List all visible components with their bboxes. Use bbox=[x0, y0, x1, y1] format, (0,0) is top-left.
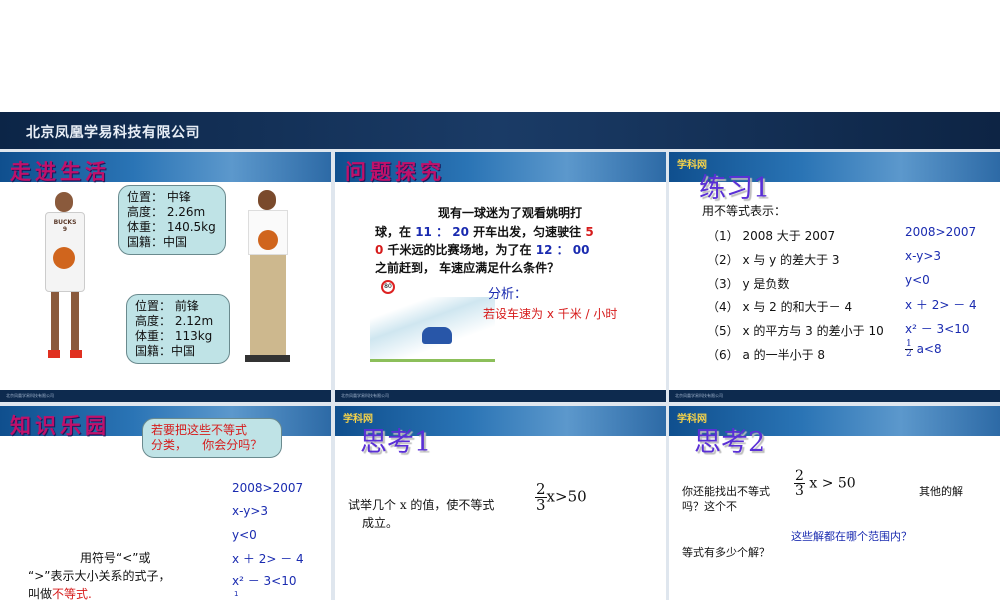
jersey-text: BUCKS 9 bbox=[53, 219, 77, 233]
time-end: 12 ： 00 bbox=[535, 243, 590, 257]
question-line: 等式有多少个解？ bbox=[682, 546, 770, 559]
exercise-item: （5） x 的平方与 3 的差小于 10 bbox=[707, 324, 884, 338]
bubble-line: 位置： 中锋 bbox=[127, 190, 191, 204]
problem-line-4: 之前赶到， 车速应满足什么条件？ bbox=[375, 261, 560, 275]
exercise-item: （4） x 与 2 的和大于－ 4 bbox=[707, 300, 853, 314]
numerator: 2 bbox=[794, 468, 805, 484]
problem-line-2: 球，在 11 ： 20 开车出发，匀速驶往 5 bbox=[375, 223, 594, 240]
speech-bubble: 若要把这些不等式 分类， 你会分吗？ bbox=[142, 418, 282, 458]
inequality-expression: 23 x > 50 bbox=[794, 469, 856, 498]
slide-title: 问题探究 bbox=[345, 159, 445, 184]
player-image-right bbox=[240, 190, 295, 365]
bubble-line: 高度： 2.12m bbox=[135, 314, 214, 328]
denominator: 2 bbox=[906, 349, 912, 359]
problem-line-3: 0 千米远的比赛场地，为了在 12 ： 00 bbox=[375, 241, 590, 258]
speed-sign-icon: 80 bbox=[381, 280, 395, 294]
exercise-item: （2） x 与 y 的差大于 3 bbox=[707, 253, 840, 267]
inequality: x ＋ 2> － 4 bbox=[232, 552, 304, 566]
fraction: 12 bbox=[905, 340, 913, 359]
slide-title: 思考1 bbox=[360, 427, 432, 458]
inequality: x-y>3 bbox=[232, 504, 269, 518]
assumption-text: 若设车速为 x 千米 / 小时 bbox=[483, 307, 618, 321]
question-highlight: 这些解都在哪个范围内？ bbox=[791, 530, 912, 543]
analysis-label: 分析： bbox=[488, 287, 528, 302]
answer: x-y>3 bbox=[905, 249, 942, 263]
slide-thumbnail-4[interactable]: 知识乐园 若要把这些不等式 分类， 你会分吗？ 2008>2007 x-y>3 … bbox=[0, 406, 331, 600]
inequality: x² － 3<10 bbox=[232, 574, 297, 588]
slide-thumbnail-5[interactable]: 学科网 思考1 试举几个 x 的值，使不等式 2 3 x>50 成立。 bbox=[335, 406, 666, 600]
bubble-line: 国籍：中国 bbox=[135, 344, 196, 358]
slide-thumbnail-6[interactable]: 学科网 思考2 你还能找出不等式 23 x > 50 其他的解 吗？这个不 这些… bbox=[669, 406, 1000, 600]
term-highlight: 不等式 bbox=[52, 587, 89, 600]
bubble-line: 体重： 140.5kg bbox=[127, 220, 216, 234]
bubble-line: 位置： 前锋 bbox=[135, 299, 199, 313]
exercise-intro: 用不等式表示： bbox=[702, 204, 787, 218]
answer: x ＋ 2> － 4 bbox=[905, 298, 977, 312]
fraction: 23 bbox=[535, 482, 547, 513]
text: 球，在 bbox=[375, 225, 412, 239]
answer: 12 a<8 bbox=[905, 340, 942, 359]
question-line: 其他的解 bbox=[919, 485, 963, 498]
company-banner: 北京凤凰学易科技有限公司 bbox=[0, 112, 1000, 149]
text: 叫做 bbox=[28, 587, 53, 600]
footer-text: 北京凤凰学易科技有限公司 bbox=[341, 393, 389, 398]
sign-text: 80 bbox=[384, 283, 392, 290]
problem-line-1: 现有一球迷为了观看姚明打 bbox=[438, 206, 583, 220]
slide-title: 思考2 bbox=[694, 427, 766, 458]
inequality: 1 bbox=[234, 590, 239, 598]
question-line: 成立。 bbox=[362, 516, 399, 530]
question-line: 试举几个 x 的值，使不等式 bbox=[348, 498, 495, 512]
slide-title: 走进生活 bbox=[10, 159, 110, 184]
inequality-expression: 2 3 x>50 bbox=[535, 482, 587, 513]
slide-thumbnail-1[interactable]: 走进生活 BUCKS 9 位置： 中锋 高度： 2.26m 体重： 140.5k… bbox=[0, 152, 331, 402]
text: . bbox=[88, 587, 92, 600]
answer-text: a<8 bbox=[916, 342, 942, 356]
bubble-line: 高度： 2.26m bbox=[127, 205, 206, 219]
exercise-item: （6） a 的一半小于 8 bbox=[707, 348, 826, 362]
slide-thumbnail-2[interactable]: 问题探究 现有一球迷为了观看姚明打 球，在 11 ： 20 开车出发，匀速驶往 … bbox=[335, 152, 666, 402]
slide-footer: 北京凤凰学易科技有限公司 bbox=[0, 390, 331, 402]
denominator: 3 bbox=[536, 496, 546, 514]
player-image-left: BUCKS 9 bbox=[35, 192, 95, 362]
inequality: y<0 bbox=[232, 528, 257, 542]
denominator: 3 bbox=[795, 483, 804, 499]
definition-line: 叫做不等式. bbox=[28, 585, 92, 600]
slide-footer: 北京凤凰学易科技有限公司 bbox=[669, 390, 1000, 402]
footer-text: 北京凤凰学易科技有限公司 bbox=[6, 393, 54, 398]
distance-part: 5 bbox=[585, 225, 594, 239]
exercise-item: （1） 2008 大于 2007 bbox=[707, 229, 836, 243]
definition-line: “>”表示大小关系的式子， bbox=[28, 569, 171, 583]
car-road-illustration bbox=[370, 297, 495, 362]
distance-part: 0 bbox=[375, 243, 384, 257]
company-name: 北京凤凰学易科技有限公司 bbox=[26, 125, 200, 141]
speech-bubble-center: 位置： 中锋 高度： 2.26m 体重： 140.5kg 国籍：中国 bbox=[118, 185, 226, 255]
car-icon bbox=[422, 327, 452, 344]
question-line: 吗？这个不 bbox=[682, 500, 737, 513]
answer: 2008>2007 bbox=[905, 225, 977, 239]
expression-text: x > 50 bbox=[809, 475, 856, 492]
fraction: 23 bbox=[794, 469, 805, 498]
answer: y<0 bbox=[905, 273, 930, 287]
speech-bubble-forward: 位置： 前锋 高度： 2.12m 体重： 113kg 国籍：中国 bbox=[126, 294, 230, 364]
time-start: 11 ： 20 bbox=[415, 225, 469, 239]
exercise-item: （3） y 是负数 bbox=[707, 277, 790, 291]
slide-thumbnail-3[interactable]: 学科网 练习1 用不等式表示： （1） 2008 大于 2007 （2） x 与… bbox=[669, 152, 1000, 402]
slide-footer: 北京凤凰学易科技有限公司 bbox=[335, 390, 666, 402]
text: 开车出发，匀速驶往 bbox=[473, 225, 582, 239]
slide-title: 练习1 bbox=[699, 173, 771, 204]
bubble-line: 分类， 你会分吗？ bbox=[151, 438, 263, 452]
inequality: 2008>2007 bbox=[232, 481, 304, 495]
bubble-line: 若要把这些不等式 bbox=[151, 423, 248, 437]
definition-line: 用符号“<”或 bbox=[80, 551, 151, 565]
expression-text: x>50 bbox=[546, 487, 587, 506]
slide-title: 知识乐园 bbox=[10, 413, 110, 438]
text: 千米远的比赛场地，为了在 bbox=[387, 243, 532, 257]
footer-text: 北京凤凰学易科技有限公司 bbox=[675, 393, 723, 398]
question-line: 你还能找出不等式 bbox=[682, 485, 770, 498]
bubble-line: 体重： 113kg bbox=[135, 329, 213, 343]
bubble-line: 国籍：中国 bbox=[127, 235, 188, 249]
answer: x² － 3<10 bbox=[905, 322, 970, 336]
